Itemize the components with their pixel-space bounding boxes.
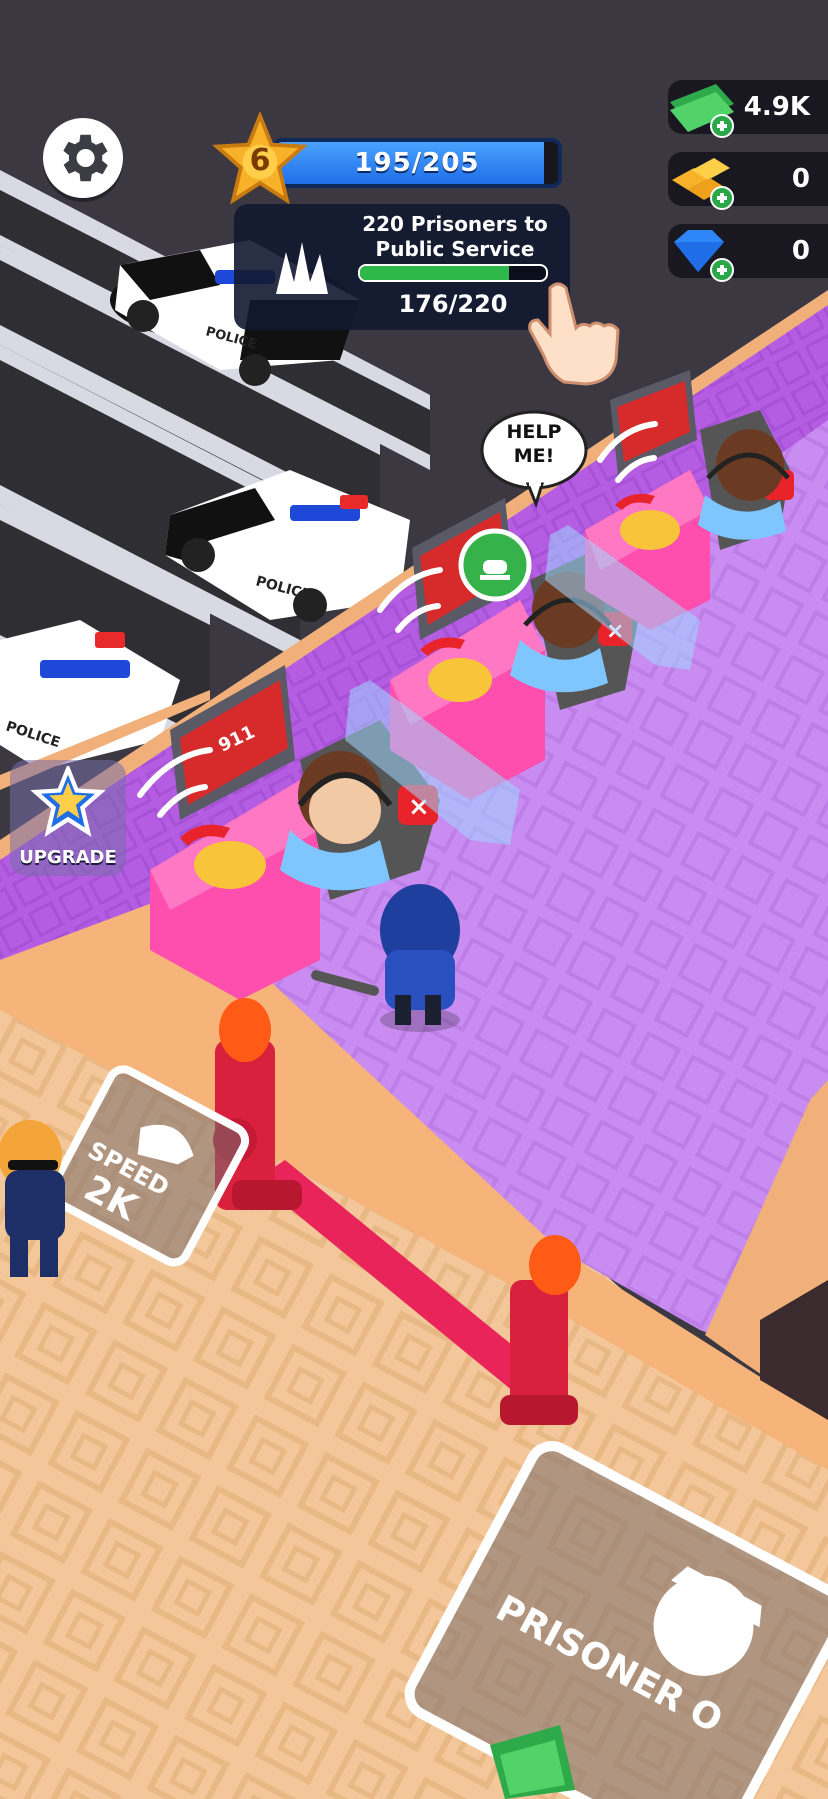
gems-value: 0 (791, 236, 810, 266)
pointer-hand-icon (528, 282, 620, 386)
xp-text: 195/205 (354, 148, 480, 178)
gear-icon (63, 134, 108, 182)
cash-stack-icon (670, 84, 734, 138)
cash-value: 4.9K (743, 92, 810, 122)
quest-title-line1: 220 Prisoners to (362, 212, 548, 236)
upgrade-label: UPGRADE (19, 847, 117, 868)
star-icon (30, 766, 106, 837)
xp-bar: 195/205 (272, 138, 562, 188)
help-line1: HELP (506, 421, 562, 443)
gold-bars-icon (672, 158, 734, 210)
help-speech-bubble: HELP ME! (478, 408, 590, 508)
settings-button[interactable] (43, 118, 123, 198)
gold-value: 0 (791, 164, 810, 194)
help-text: HELP ME! (478, 420, 590, 468)
upgrade-button[interactable]: UPGRADE (10, 760, 126, 876)
quest-progress-fill (360, 266, 509, 280)
help-line2: ME! (513, 445, 555, 467)
level-number: 6 (249, 142, 271, 178)
level-progress: 195/205 6 (212, 112, 572, 208)
diamond-icon (674, 230, 734, 282)
quest-title: 220 Prisoners to Public Service (348, 212, 562, 262)
grass-icon (276, 242, 328, 294)
quest-title-line2: Public Service (375, 237, 535, 261)
